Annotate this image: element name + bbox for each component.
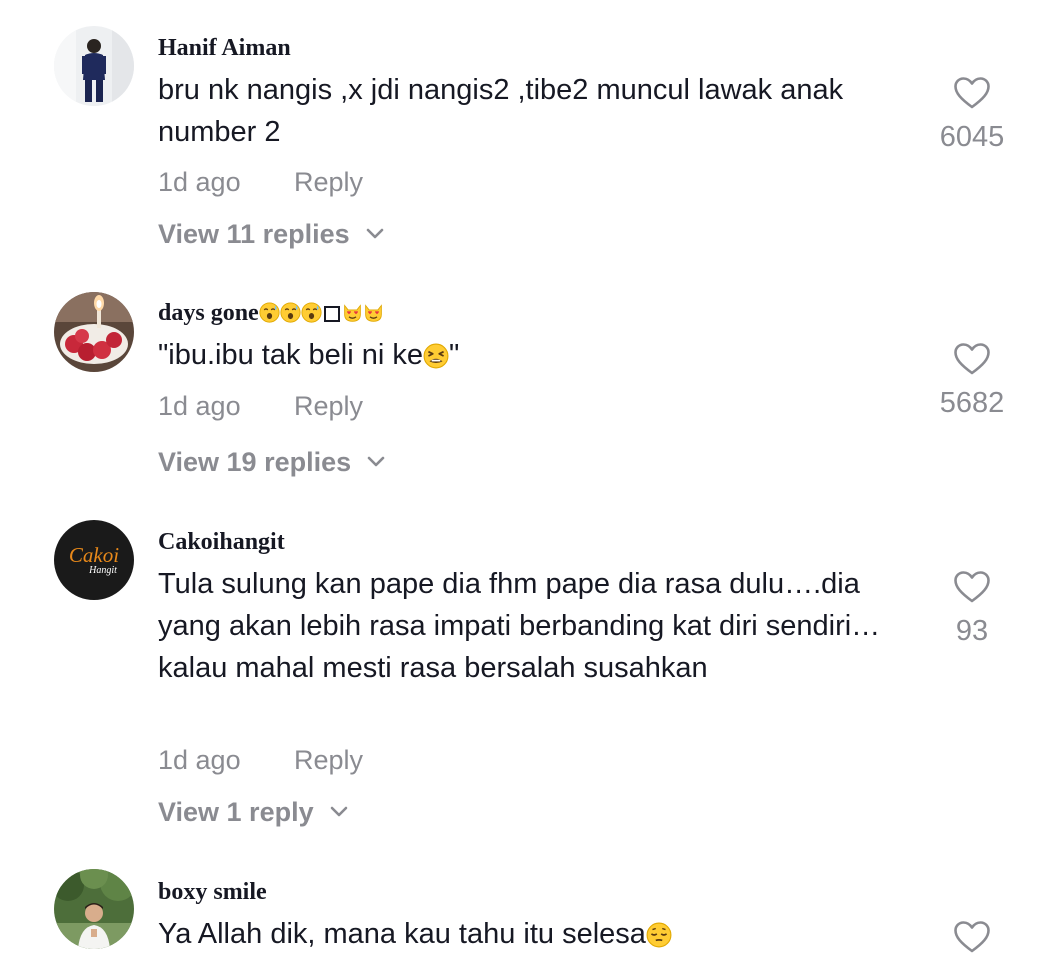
missing-glyph-box-icon <box>323 306 340 322</box>
view-replies-label: View 19 replies <box>158 447 352 477</box>
chevron-down-icon <box>330 806 347 817</box>
comment-timestamp: 1d ago <box>158 167 241 197</box>
comment-text: "ibu.ibu tak beli ni ke " <box>158 334 893 376</box>
view-replies-label: View 1 reply <box>158 797 314 827</box>
comment-username[interactable]: boxy smile <box>158 877 267 907</box>
view-replies-label: View 11 replies <box>158 219 350 249</box>
logo-subtext: Hangit <box>89 565 117 576</box>
heart-eyes-cat-icon <box>343 304 361 322</box>
comment-text: bru nk nangis ,x jdi nangis2 ,tibe2 munc… <box>158 74 844 148</box>
comment-text-main: Ya Allah dik, mana kau tahu itu selesa <box>158 918 646 950</box>
person-photo-icon <box>54 26 134 106</box>
person-photo-icon <box>54 869 134 949</box>
like-button[interactable]: 93 <box>920 570 1024 648</box>
like-count: 6045 <box>939 121 1005 153</box>
comment-username-text: days gone <box>158 300 259 326</box>
chevron-down-icon <box>367 456 385 467</box>
heart-icon <box>954 571 990 603</box>
face-with-open-mouth-sweat-icon <box>259 302 280 323</box>
like-count: 93 <box>955 615 989 647</box>
comment-meta: 1d ago Reply <box>158 744 363 776</box>
heart-eyes-cat-icon <box>364 304 382 322</box>
reply-button[interactable]: Reply <box>294 744 363 776</box>
heart-icon <box>954 921 990 953</box>
view-replies-button[interactable]: View 1 reply <box>158 796 350 828</box>
reply-button[interactable]: Reply <box>294 166 363 198</box>
comment-timestamp: 1d ago <box>158 745 241 775</box>
comment-text-end: " <box>449 339 460 371</box>
pensive-face-icon <box>646 922 672 948</box>
comment-text-main: "ibu.ibu tak beli ni ke <box>158 339 424 371</box>
comment-text: Tula sulung kan pape dia fhm pape dia ra… <box>158 568 881 684</box>
comment-username[interactable]: Cakoihangit <box>158 527 285 557</box>
tired-face-icon <box>423 343 449 369</box>
like-button[interactable] <box>920 920 1024 954</box>
cakoi-logo: Cakoi Hangit <box>54 544 134 576</box>
avatar[interactable] <box>54 292 134 372</box>
heart-icon <box>954 343 990 375</box>
like-count: 5682 <box>939 387 1005 419</box>
face-with-open-mouth-sweat-icon <box>301 302 322 323</box>
face-with-open-mouth-sweat-icon <box>280 302 301 323</box>
comment-username[interactable]: Hanif Aiman <box>158 33 291 63</box>
avatar[interactable] <box>54 869 134 949</box>
view-replies-button[interactable]: View 11 replies <box>158 218 386 250</box>
avatar[interactable] <box>54 26 134 106</box>
comment-username[interactable]: days gone <box>158 298 384 328</box>
chevron-down-icon <box>366 228 383 239</box>
like-button[interactable]: 6045 <box>920 76 1024 154</box>
like-button[interactable]: 5682 <box>920 342 1024 420</box>
cake-photo-icon <box>54 292 134 372</box>
heart-icon <box>954 77 990 109</box>
avatar[interactable]: Cakoi Hangit <box>54 520 134 600</box>
comment-timestamp: 1d ago <box>158 391 241 421</box>
comment-meta: 1d ago Reply <box>158 166 363 198</box>
logo-text: Cakoi <box>68 543 120 567</box>
view-replies-button[interactable]: View 19 replies <box>158 446 387 478</box>
reply-button[interactable]: Reply <box>294 390 363 422</box>
comment-text: Ya Allah dik, mana kau tahu itu selesa <box>158 913 893 955</box>
comment-meta: 1d ago Reply <box>158 390 363 422</box>
